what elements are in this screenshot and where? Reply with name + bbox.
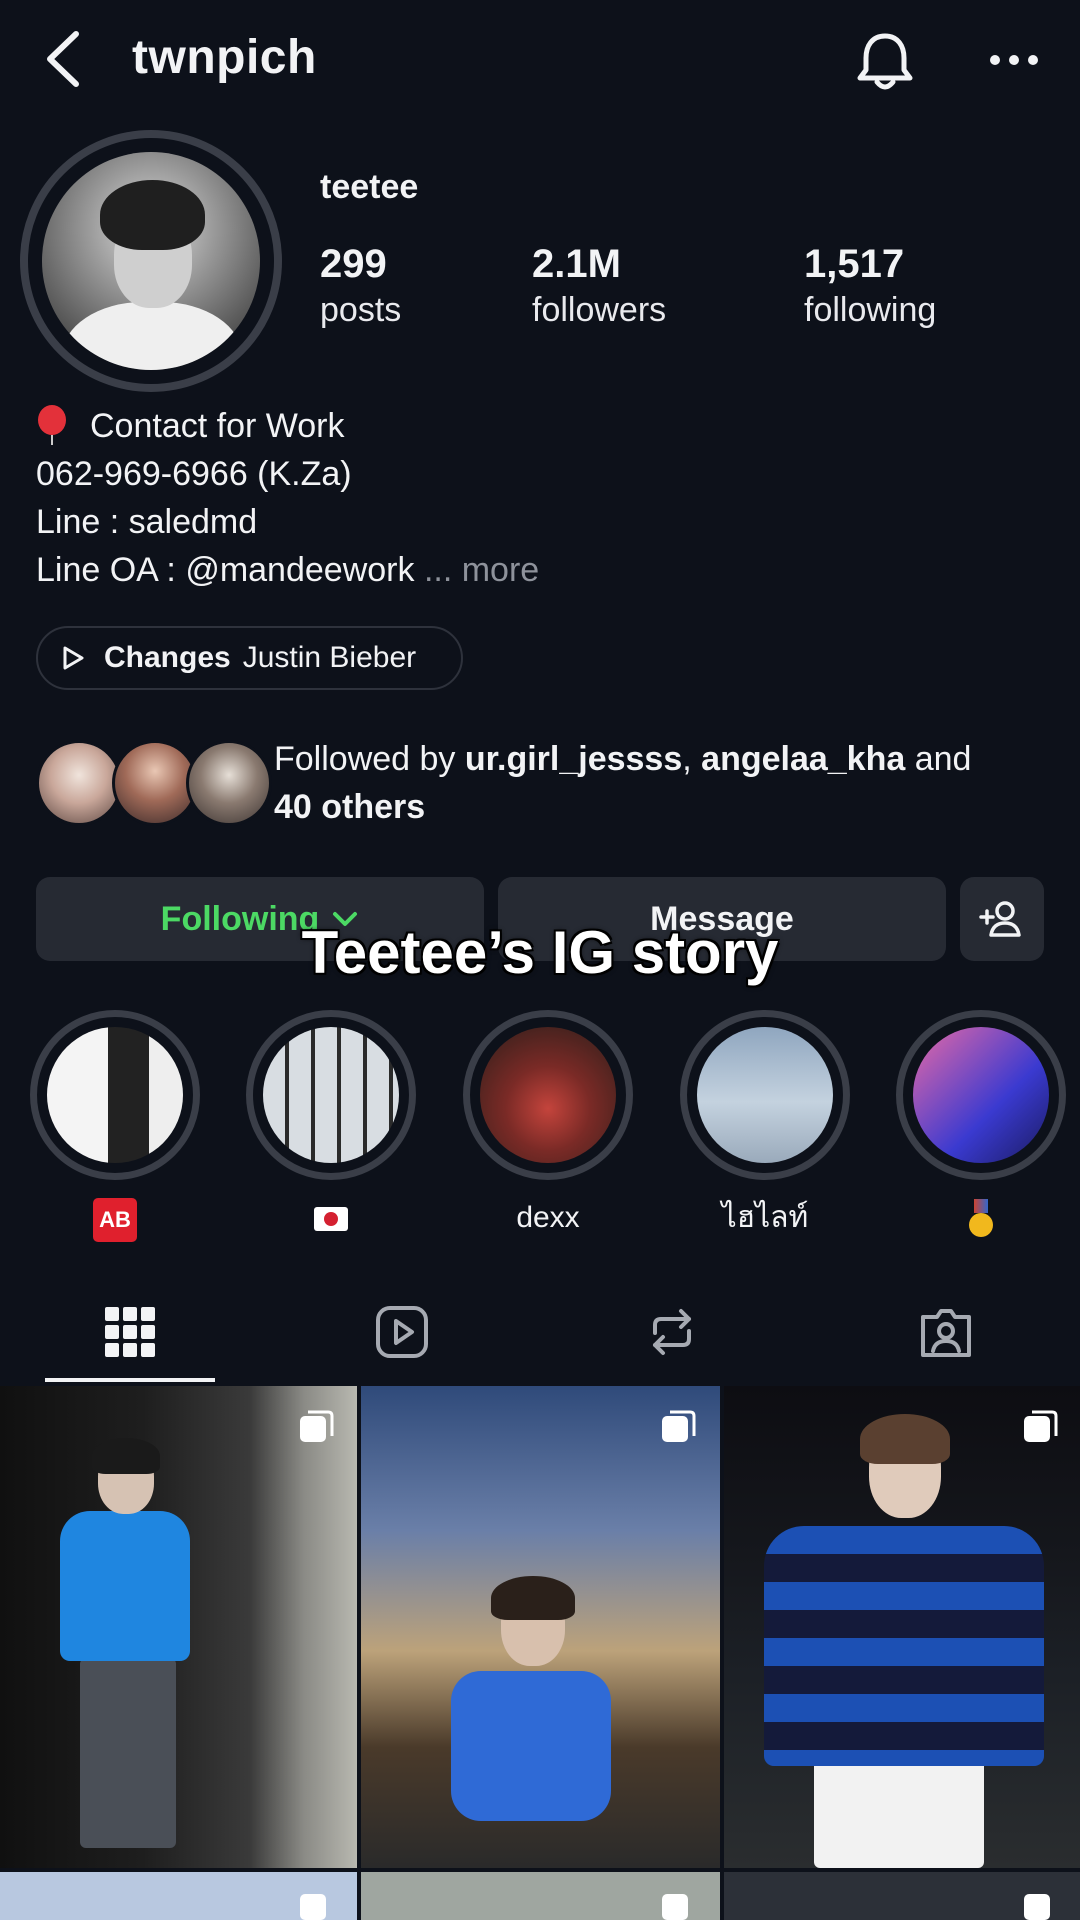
post-figure [491,1576,575,1620]
highlight-ring [463,1010,633,1180]
bio-line: Line OA : @mandeework ... more [36,546,1036,594]
stat-followers[interactable]: 2.1M followers [532,240,666,332]
play-icon [63,646,84,670]
tab-reposts[interactable] [600,1280,744,1384]
carousel-icon [1024,1894,1050,1920]
reels-icon [376,1306,428,1358]
highlight-cover [480,1027,616,1163]
story-highlight[interactable] [246,1010,416,1238]
carousel-icon [300,1410,334,1442]
avatar [36,740,122,826]
profile-music[interactable]: Changes Justin Bieber [36,626,463,690]
ab-badge-icon: AB [93,1198,137,1242]
stat-posts[interactable]: 299 posts [320,240,401,332]
chevron-left-icon [47,31,79,87]
story-highlight[interactable]: AB [30,1010,200,1242]
profile-username: twnpich [132,31,317,84]
stat-following[interactable]: 1,517 following [804,240,936,332]
post-figure [814,1756,984,1868]
avatar-image [42,152,260,370]
highlight-label: AB [30,1198,200,1242]
bell-icon [857,33,913,90]
highlight-ring [246,1010,416,1180]
grid-post[interactable] [0,1386,357,1868]
highlight-label [896,1198,1066,1239]
mutual-others: 40 others [274,788,426,826]
bio-line-id: Line : saledmd [36,503,258,541]
post-figure [764,1526,1044,1766]
post-figure [92,1438,160,1474]
highlight-ring [30,1010,200,1180]
posts-count: 299 [320,242,387,286]
mutual-followers-avatars[interactable] [36,740,272,830]
display-name: teetee [320,168,419,206]
profile-avatar[interactable] [20,130,282,392]
highlight-cover [913,1027,1049,1163]
post-figure [60,1511,190,1661]
grid-post[interactable] [361,1386,720,1868]
carousel-icon [1024,1410,1058,1442]
profile-tabs [0,1280,1080,1384]
tab-posts-grid[interactable] [58,1280,202,1384]
music-song: Changes [104,641,231,674]
more-dots-icon [990,55,1038,65]
bio-contact: Contact for Work [90,407,345,445]
followers-count: 2.1M [532,242,621,286]
more-options-button[interactable] [985,40,1043,80]
back-button[interactable] [40,28,90,90]
highlight-label [246,1198,416,1238]
following-count: 1,517 [804,242,905,286]
highlight-ring [896,1010,1066,1180]
carousel-icon [300,1894,326,1920]
avatar [186,740,272,826]
active-tab-indicator [45,1378,215,1382]
grid-post[interactable] [724,1386,1080,1868]
avatar-shirt [62,302,242,370]
highlight-ring [680,1010,850,1180]
highlight-label: ไฮไลท์ [721,1201,809,1234]
video-caption-overlay: Teetee’s IG story [301,919,779,986]
balloon-icon [36,405,66,445]
bio-line-oa: Line OA : @mandeework [36,551,415,589]
tagged-icon [921,1309,971,1357]
bio-more-link[interactable]: ... more [424,551,539,589]
highlight-cover [47,1027,183,1163]
tab-tagged[interactable] [874,1280,1018,1384]
reposts-icon [653,1309,691,1355]
post-figure [860,1414,950,1464]
mutual-user-2: angelaa_kha [701,740,906,778]
story-highlight[interactable]: ไฮไลท์ [680,1010,850,1238]
posts-label: posts [320,291,402,329]
followed-by-prefix: Followed by [274,740,465,778]
story-highlight[interactable]: dexx [463,1010,633,1238]
avatar-hair [100,180,205,250]
carousel-icon [662,1894,688,1920]
highlight-label: dexx [516,1201,580,1234]
mutual-user-1: ur.girl_jessss [464,740,683,778]
followed-by-text[interactable]: Followed by ur.girl_jessss, angelaa_kha … [274,735,1064,831]
music-artist: Justin Bieber [242,641,417,674]
post-figure [451,1671,611,1821]
tab-reels[interactable] [330,1280,474,1384]
grid-icon [105,1307,155,1357]
top-bar: twnpich [0,0,1080,120]
notifications-button[interactable] [850,28,920,94]
followers-label: followers [532,291,667,329]
bio-phone[interactable]: 062-969-6966 (K.Za) [36,450,1036,498]
japan-flag-icon [314,1207,348,1232]
highlight-cover [263,1027,399,1163]
separator: , [682,740,702,778]
and-text: and [905,740,972,778]
following-label: following [804,291,937,329]
bio-line: Contact for Work [36,402,1036,450]
carousel-icon [662,1410,696,1442]
highlight-cover [697,1027,833,1163]
medal-icon [966,1199,996,1239]
profile-bio: Contact for Work 062-969-6966 (K.Za) Lin… [36,402,1036,594]
post-figure [80,1658,176,1848]
story-highlight[interactable] [896,1010,1066,1239]
